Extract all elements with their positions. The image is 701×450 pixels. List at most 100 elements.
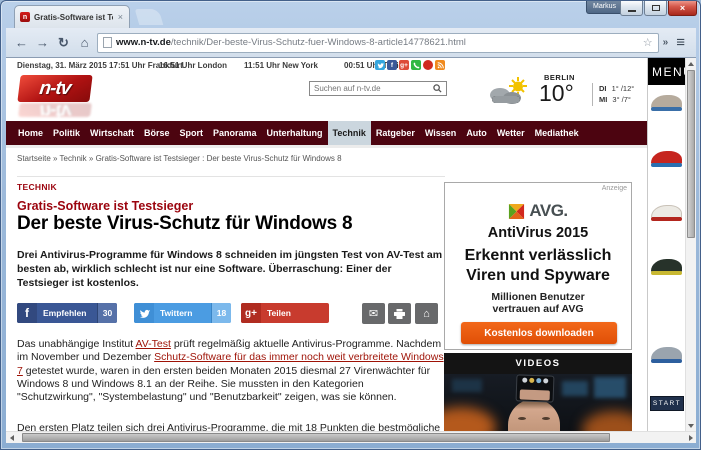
- nav-item-wirtschaft[interactable]: Wirtschaft: [85, 121, 139, 145]
- share-bar: f Empfehlen 30 Twittern 18 g+ Teilen ✉ ⌂: [17, 303, 445, 324]
- ntv-logo[interactable]: n-tv: [17, 75, 92, 102]
- ad-headline-1: Erkennt verlässlich: [445, 247, 631, 265]
- maximize-icon: [652, 5, 660, 11]
- nav-item-sport[interactable]: Sport: [174, 121, 208, 145]
- weather-divider: [592, 83, 593, 106]
- home-icon: ⌂: [423, 308, 430, 320]
- main-nav: Home Politik Wirtschaft Börse Sport Pano…: [6, 121, 696, 145]
- nav-item-auto[interactable]: Auto: [461, 121, 492, 145]
- breadcrumb[interactable]: Startseite » Technik » Gratis-Software i…: [17, 154, 342, 163]
- avg-brand-text: AVG.: [529, 201, 567, 221]
- avg-logo: AVG.: [445, 201, 631, 221]
- facebook-icon[interactable]: f: [387, 60, 397, 70]
- googleplus-icon: g+: [241, 303, 261, 323]
- vertical-scrollbar[interactable]: [685, 58, 696, 431]
- nav-item-wissen[interactable]: Wissen: [420, 121, 461, 145]
- googleplus-share-button[interactable]: g+ Teilen: [241, 303, 329, 323]
- site-search-box[interactable]: [309, 81, 447, 96]
- shoe-ad-start-button[interactable]: START: [650, 396, 684, 411]
- ad-download-button[interactable]: Kostenlos downloaden: [461, 322, 617, 344]
- twitter-icon[interactable]: [375, 60, 385, 70]
- video-face: [508, 399, 560, 433]
- ad-headline-2: Viren und Spyware: [445, 267, 631, 285]
- social-icon-bar: f g+: [375, 60, 445, 70]
- googleplus-icon[interactable]: g+: [399, 60, 409, 70]
- close-button[interactable]: ×: [668, 1, 697, 16]
- close-icon: ×: [680, 3, 685, 13]
- tab-title: Gratis-Software ist Testsie: [34, 13, 113, 22]
- video-thumbnail[interactable]: [444, 374, 632, 433]
- nav-item-unterhaltung[interactable]: Unterhaltung: [262, 121, 328, 145]
- search-input[interactable]: [314, 84, 433, 93]
- section-label: TECHNIK: [17, 182, 57, 192]
- scroll-right-arrow[interactable]: [685, 432, 696, 443]
- twitter-share-button[interactable]: Twittern 18: [134, 303, 231, 323]
- printer-icon: [394, 309, 405, 319]
- video-phone: [516, 374, 555, 402]
- maximize-button[interactable]: [644, 1, 667, 16]
- article-divider: [17, 176, 445, 177]
- facebook-icon: f: [17, 303, 37, 323]
- whatsapp-icon[interactable]: [411, 60, 421, 70]
- nav-item-panorama[interactable]: Panorama: [208, 121, 262, 145]
- twitter-share-count: 18: [211, 303, 231, 323]
- scroll-down-arrow[interactable]: [686, 420, 696, 431]
- clock-london: 16:51 Uhr London: [159, 61, 227, 70]
- avg-ad[interactable]: Anzeige AVG. AntiVirus 2015 Erkennt verl…: [444, 182, 632, 350]
- horizontal-scrollbar[interactable]: [6, 431, 696, 443]
- clock-new-york: 11:51 Uhr New York: [244, 61, 318, 70]
- link-av-test[interactable]: AV-Test: [136, 338, 171, 350]
- ad-label: Anzeige: [602, 185, 627, 192]
- reload-button[interactable]: ↻: [55, 36, 72, 49]
- nav-shadow: [6, 145, 696, 148]
- nav-item-mediathek[interactable]: Mediathek: [530, 121, 584, 145]
- extensions-overflow-icon[interactable]: »: [663, 37, 669, 48]
- scroll-up-arrow[interactable]: [686, 58, 696, 69]
- weather-forecast-day2: MI 3° /7°: [599, 95, 631, 104]
- sneaker-white: [651, 204, 682, 221]
- clock-frankfurt: Dienstag, 31. März 2015 17:51 Uhr Frankf…: [17, 61, 183, 70]
- url-path: /technik/Der-beste-Virus-Schutz-fuer-Win…: [171, 37, 466, 48]
- print-article-button[interactable]: [388, 303, 411, 324]
- sneaker-blue-gray: [651, 346, 682, 363]
- email-article-button[interactable]: ✉: [362, 303, 385, 324]
- bookmark-star-icon[interactable]: ☆: [643, 36, 653, 49]
- weather-temp: 10°: [539, 80, 574, 107]
- shoe-ad-menu-label[interactable]: MENÜ: [648, 58, 685, 85]
- skyscraper-shoe-ad[interactable]: MENÜ START: [647, 58, 685, 433]
- browser-toolbar: ← → ↻ ⌂ www.n-tv.de/technik/Der-beste-Vi…: [6, 28, 696, 58]
- facebook-share-button[interactable]: f Empfehlen 30: [17, 303, 117, 323]
- search-icon[interactable]: [433, 84, 442, 93]
- tab-close-icon[interactable]: ×: [117, 13, 124, 22]
- scroll-left-arrow[interactable]: [6, 432, 17, 443]
- vertical-scroll-thumb[interactable]: [687, 70, 695, 238]
- ntv-app-icon[interactable]: [423, 60, 433, 70]
- home-button[interactable]: ⌂: [76, 36, 93, 49]
- nav-item-wetter[interactable]: Wetter: [492, 121, 530, 145]
- forward-button[interactable]: →: [34, 36, 51, 49]
- nav-item-home[interactable]: Home: [13, 121, 48, 145]
- nav-item-ratgeber[interactable]: Ratgeber: [371, 121, 420, 145]
- videos-section-header[interactable]: VIDEOS: [444, 353, 632, 374]
- hamburger-menu-icon[interactable]: ≡: [672, 34, 689, 51]
- profile-name-button[interactable]: Markus: [586, 1, 623, 14]
- minimize-button[interactable]: [620, 1, 643, 16]
- sneaker-dark: [651, 258, 682, 275]
- facebook-share-count: 30: [97, 303, 117, 323]
- nav-item-technik[interactable]: Technik: [328, 121, 371, 145]
- rss-icon[interactable]: [435, 60, 445, 70]
- horizontal-scroll-thumb[interactable]: [22, 433, 610, 442]
- browser-tab[interactable]: n Gratis-Software ist Testsie ×: [14, 5, 130, 28]
- homepage-button[interactable]: ⌂: [415, 303, 438, 324]
- mail-icon: ✉: [369, 307, 378, 320]
- address-bar[interactable]: www.n-tv.de/technik/Der-beste-Virus-Schu…: [97, 33, 659, 53]
- back-button[interactable]: ←: [13, 36, 30, 49]
- nav-item-politik[interactable]: Politik: [48, 121, 85, 145]
- nav-item-boerse[interactable]: Börse: [139, 121, 175, 145]
- ad-subline-2: vertrauen auf AVG: [445, 303, 631, 315]
- article-paragraph-1: Das unabhängige Institut AV-Test prüft r…: [17, 338, 445, 405]
- new-tab-button[interactable]: [135, 9, 164, 25]
- minimize-icon: [628, 10, 636, 12]
- browser-window: n Gratis-Software ist Testsie × Markus ×…: [0, 0, 701, 450]
- article-intro: Drei Antivirus-Programme für Windows 8 s…: [17, 248, 445, 291]
